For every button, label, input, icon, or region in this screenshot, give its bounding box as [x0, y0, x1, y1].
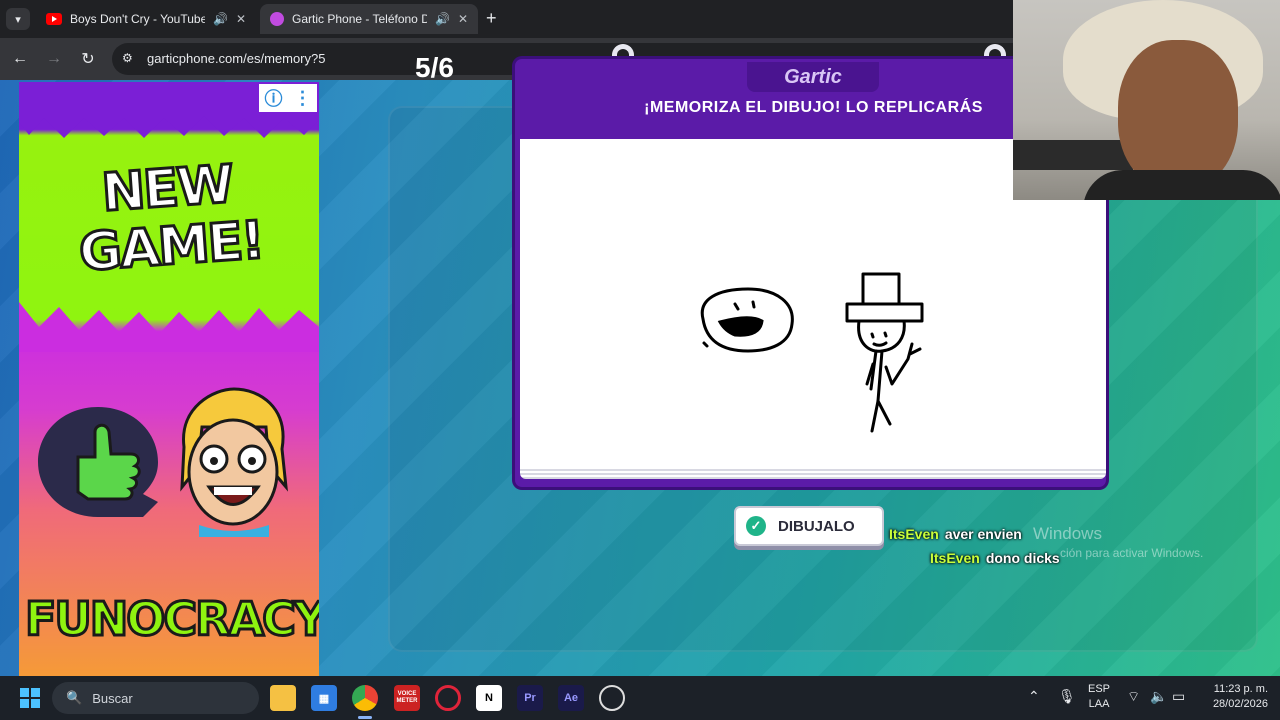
tab-search-button[interactable]: ▾: [6, 8, 30, 30]
site-info-icon[interactable]: ⚙: [122, 51, 138, 67]
microphone-icon[interactable]: 🎙: [1058, 688, 1076, 705]
check-icon: ✓: [746, 516, 766, 536]
search-placeholder: Buscar: [92, 690, 133, 706]
speaker-icon[interactable]: 🔊: [435, 12, 450, 26]
chevron-up-icon[interactable]: ⌃: [1028, 688, 1040, 705]
active-app-indicator: [358, 716, 372, 719]
ad-banner[interactable]: ⓘ ⋮ NEW GAME! FUNOCRACY: [19, 82, 319, 676]
chat-username: ItsEven: [930, 550, 980, 566]
person-face: [1118, 40, 1238, 190]
draw-it-button[interactable]: ✓ DIBUJALO: [734, 506, 884, 546]
reload-icon[interactable]: ↻: [77, 48, 99, 70]
forward-arrow-icon[interactable]: →: [43, 48, 65, 70]
chat-message: ItsEven dono dicks: [930, 550, 1060, 566]
taskbar-search[interactable]: 🔍 Buscar: [52, 682, 259, 714]
thumbs-up-icon: [38, 407, 158, 517]
chat-username: ItsEven: [889, 526, 939, 542]
ad-zigzag-mid: [19, 302, 319, 352]
search-icon: 🔍: [66, 690, 83, 705]
clock[interactable]: 11:23 p. m. 28/02/2026: [1198, 682, 1268, 712]
language-indicator[interactable]: ESP LAA: [1088, 682, 1110, 712]
wifi-icon[interactable]: ⌔: [1127, 688, 1140, 706]
draw-it-label: DIBUJALO: [778, 517, 855, 535]
gartic-logo: Gartic: [747, 62, 879, 92]
battery-icon[interactable]: ▭: [1172, 688, 1185, 705]
close-tab-icon[interactable]: ✕: [458, 12, 468, 26]
voicemeeter-icon[interactable]: VOICE METER: [394, 685, 420, 711]
file-explorer-icon[interactable]: [270, 685, 296, 711]
opera-icon[interactable]: [435, 685, 461, 711]
speaker-icon[interactable]: 🔊: [213, 12, 228, 26]
chrome-icon[interactable]: [352, 685, 378, 711]
youtube-icon: [46, 13, 62, 25]
notion-icon[interactable]: N: [476, 685, 502, 711]
after-effects-icon[interactable]: Ae: [558, 685, 584, 711]
tab-youtube[interactable]: Boys Don't Cry - YouTube 🔊 ✕: [36, 4, 256, 34]
url-text[interactable]: garticphone.com/es/memory?5: [147, 51, 325, 66]
ad-zigzag-top: [19, 110, 319, 138]
info-icon[interactable]: ⓘ: [265, 85, 283, 111]
chat-text: aver envien: [944, 526, 1022, 542]
microsoft-store-icon[interactable]: ▦: [311, 685, 337, 711]
chat-text: dono dicks: [985, 550, 1060, 566]
gartic-phone-icon: [270, 12, 284, 26]
ad-brand-logo: FUNOCRACY: [24, 591, 320, 648]
new-tab-button[interactable]: +: [486, 8, 497, 28]
volume-icon[interactable]: 🔈: [1150, 688, 1167, 705]
close-tab-icon[interactable]: ✕: [236, 12, 246, 26]
activation-watermark: Windows: [1033, 524, 1102, 543]
tab-title: Boys Don't Cry - YouTube: [70, 12, 205, 26]
more-options-icon[interactable]: ⋮: [294, 88, 312, 109]
ad-headline: NEW GAME!: [76, 153, 267, 285]
person-shirt: [1083, 170, 1280, 200]
activation-watermark-sub: ción para activar Windows.: [1060, 546, 1204, 560]
clock-time: 11:23 p. m.: [1213, 683, 1268, 695]
windows-taskbar: 🔍 Buscar ▦ VOICE METER N Pr Ae ⌃ 🎙 ESP L…: [0, 676, 1280, 720]
chat-message: ItsEven aver envien: [889, 526, 1022, 542]
windows-start-icon[interactable]: [20, 688, 40, 708]
language-code: ESP: [1088, 683, 1111, 695]
premiere-pro-icon[interactable]: Pr: [517, 685, 543, 711]
stick-figure-drawing: [845, 272, 924, 433]
tab-gartic-phone[interactable]: Gartic Phone - Teléfono De 🔊 ✕: [260, 4, 478, 34]
cartoon-face-icon: [180, 387, 288, 537]
tab-title: Gartic Phone - Teléfono De: [292, 12, 427, 26]
clock-date: 28/02/2026: [1212, 698, 1268, 710]
blob-drawing: [700, 287, 794, 353]
obs-icon[interactable]: [599, 685, 625, 711]
background-shelf: [1013, 140, 1133, 170]
round-counter: 5/6: [415, 52, 454, 83]
back-arrow-icon[interactable]: ←: [9, 48, 31, 70]
keyboard-layout: LAA: [1088, 698, 1110, 710]
page-edges: [520, 469, 1106, 479]
webcam-overlay: [1013, 0, 1280, 200]
ad-info-controls[interactable]: ⓘ ⋮: [259, 84, 317, 112]
